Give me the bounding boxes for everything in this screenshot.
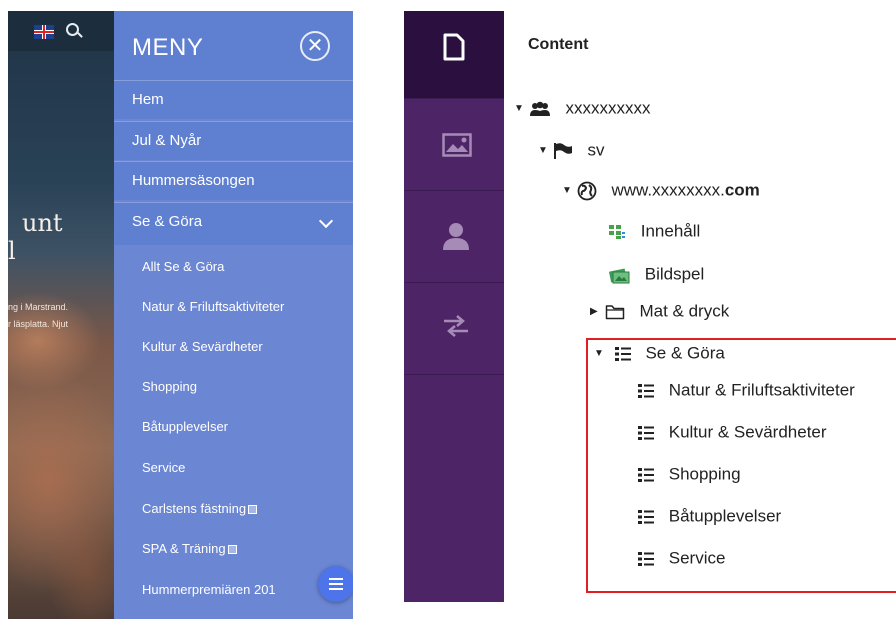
tree-node-mat-dryck[interactable]: ▶ Mat & dryck [590, 298, 729, 324]
hero-title: unt l [8, 209, 114, 265]
sidebar-empty [404, 375, 504, 602]
submenu-item[interactable]: Shopping [114, 367, 353, 407]
tree-node-bildspel[interactable]: Bildspel [608, 261, 704, 287]
menu-item-label: Jul & Nyår [132, 132, 202, 149]
search-icon[interactable] [66, 23, 79, 36]
hero-text-line-2: r läsplatta. Njut [8, 319, 69, 329]
document-icon [443, 33, 465, 61]
slideshow-icon [608, 267, 630, 284]
submenu-item-external[interactable]: Carlstens fästning [114, 489, 353, 529]
menu-title: MENY [132, 34, 204, 61]
chevron-down-icon[interactable] [318, 213, 334, 229]
transfer-arrows-icon [444, 315, 468, 337]
menu-item-label: Hem [132, 91, 164, 108]
tree-node-label: Mat & dryck [639, 301, 730, 321]
submenu-item-label: Carlstens fästning [142, 501, 247, 516]
domain-suffix: com [724, 180, 760, 200]
flag-icon [553, 142, 572, 159]
submenu-item[interactable]: Hummerpremiären 201 [114, 570, 324, 610]
tree-node-domain[interactable]: ▼ www.xxxxxxxx.com [562, 177, 760, 203]
image-icon [442, 133, 472, 157]
mobile-site-screenshot: unt l ng i Marstrand. r läsplatta. Njut … [8, 11, 353, 619]
highlight-box [586, 338, 896, 593]
grid-icon [609, 224, 625, 239]
external-link-icon [248, 505, 258, 515]
menu-item-hem[interactable]: Hem [114, 80, 353, 119]
external-link-icon [227, 545, 237, 555]
menu-item-jul-nyar[interactable]: Jul & Nyår [114, 121, 353, 160]
hero-text-line-1: ng i Marstrand. [8, 302, 69, 312]
submenu-item[interactable]: Service [114, 448, 353, 488]
submenu-item[interactable]: Kultur & Sevärdheter [114, 327, 353, 367]
submenu-item[interactable]: Allt Se & Göra [114, 247, 353, 287]
hero-photo: unt l ng i Marstrand. r läsplatta. Njut [8, 11, 114, 619]
folder-icon [605, 304, 624, 319]
content-title: Content [528, 36, 589, 53]
tree-node-label: www.xxxxxxxx.com [611, 181, 759, 200]
caret-right-icon[interactable]: ▶ [590, 299, 600, 325]
site-topbar [8, 11, 114, 51]
user-icon [443, 223, 469, 250]
globe-icon [577, 181, 597, 200]
hero-title-line-1: unt [22, 209, 63, 237]
submenu-item-external[interactable]: SPA & Träning [114, 529, 353, 569]
sidebar-members-button[interactable] [404, 191, 504, 283]
menu-item-label: Se & Göra [132, 213, 203, 230]
tree-node-root[interactable]: ▼ xxxxxxxxxx [514, 95, 650, 121]
submenu-item[interactable]: Natur & Friluftsaktiviteter [114, 287, 353, 327]
sidebar-settings-button[interactable] [404, 283, 504, 375]
uk-flag-icon[interactable] [34, 25, 54, 39]
caret-down-icon[interactable]: ▼ [562, 178, 572, 204]
tree-node-sv[interactable]: ▼ sv [538, 137, 604, 163]
sidebar-media-button[interactable] [404, 99, 504, 191]
close-menu-button[interactable]: ✕ [300, 31, 330, 61]
cms-sidebar [404, 11, 504, 602]
menu-item-se-gora[interactable]: Se & Göra [114, 202, 353, 245]
hero-title-line-2: l [8, 237, 16, 265]
users-icon [529, 101, 550, 116]
caret-down-icon[interactable]: ▼ [514, 96, 524, 122]
tree-node-label: xxxxxxxxxx [565, 98, 651, 118]
submenu-item[interactable]: Båtupplevelser [114, 407, 353, 447]
caret-down-icon[interactable]: ▼ [538, 138, 548, 164]
menu-item-hummersasongen[interactable]: Hummersäsongen [114, 161, 353, 200]
cms-screenshot: Content ▼ xxxxxxxxxx ▼ sv ▼ www.xxxxxxxx… [404, 11, 896, 602]
domain-prefix: www.xxxxxxxx. [611, 180, 725, 200]
tree-node-label: sv [587, 140, 605, 160]
tree-node-label: Bildspel [644, 264, 705, 284]
sidebar-content-button[interactable] [404, 11, 504, 99]
menu-item-label: Hummersäsongen [132, 172, 255, 189]
tree-node-innehall[interactable]: Innehåll [608, 218, 700, 244]
submenu-item-label: SPA & Träning [142, 541, 226, 556]
side-menu: MENY ✕ Hem Jul & Nyår Hummersäsongen Se … [114, 11, 353, 619]
tree-node-label: Innehåll [640, 221, 701, 241]
hamburger-menu-button[interactable] [318, 566, 353, 602]
menu-header: MENY ✕ [114, 11, 353, 80]
